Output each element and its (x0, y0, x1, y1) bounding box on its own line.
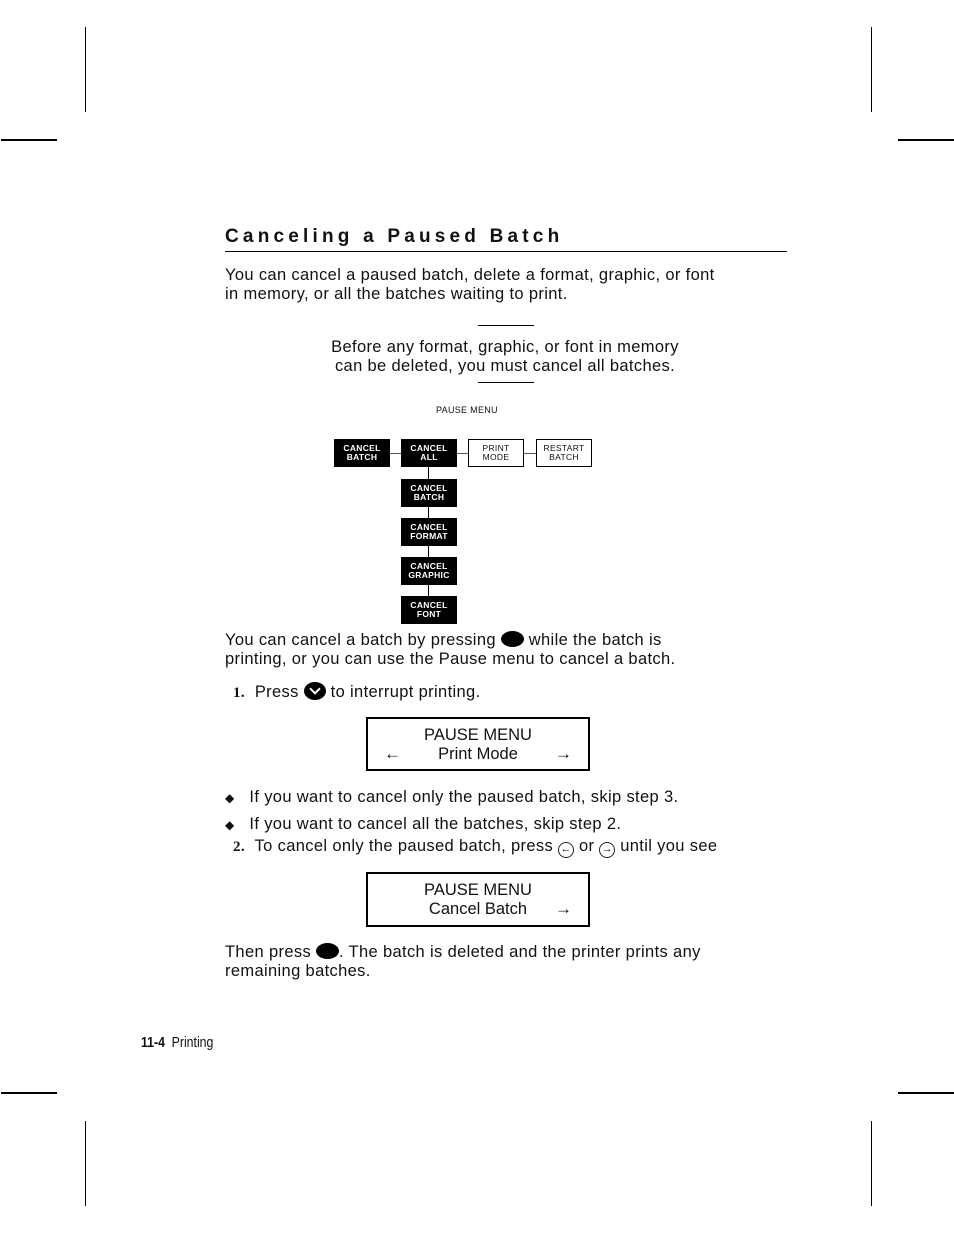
cancel-line-2: printing, or you can use the Pause menu … (225, 650, 676, 668)
text: . The batch is deleted and the printer p… (338, 943, 701, 961)
lcd-display-cancel-batch: PAUSE MENU Cancel Batch → (366, 872, 590, 927)
intro-line-2: in memory, or all the batches waiting to… (225, 285, 568, 303)
page-number: 11-4 (141, 1034, 165, 1051)
lcd-line-1: PAUSE MENU (424, 726, 532, 744)
bullet-icon: ◆ (225, 791, 235, 805)
lcd-line-1: PAUSE MENU (424, 881, 532, 899)
menu-box-label: FONT (416, 609, 442, 619)
page-footer: 11-4 Printing (141, 1034, 213, 1051)
note-line-1: Before any format, graphic, or font in m… (331, 338, 679, 356)
menu-box-label: MODE (482, 452, 510, 462)
crop-mark (871, 27, 872, 112)
right-arrow-icon: → (555, 744, 572, 763)
text: while the batch is (528, 631, 662, 649)
right-arrow-icon: → (555, 899, 572, 918)
crop-mark (898, 139, 954, 141)
text: If you want to cancel only the paused ba… (249, 788, 679, 806)
pause-key-icon (303, 682, 326, 700)
menu-box-label: BATCH (346, 452, 378, 462)
bullet-item: ◆ If you want to cancel all the batches,… (225, 815, 621, 835)
text: until you see (620, 837, 718, 855)
crop-mark (898, 1092, 954, 1094)
cancel-line-1: You can cancel a batch by pressing while… (225, 631, 675, 650)
diagram-title: PAUSE MENU (436, 405, 498, 415)
crop-mark (871, 1121, 872, 1206)
crop-mark (85, 1121, 86, 1206)
left-arrow-icon: ← (384, 744, 401, 763)
text: or (578, 837, 595, 855)
cancel-key-icon (315, 943, 339, 959)
step-2: 2. To cancel only the paused batch, pres… (233, 837, 717, 858)
cancel-paragraph: You can cancel a batch by pressing while… (225, 631, 675, 669)
submenu-box-cancel-format: CANCEL FORMAT (401, 518, 457, 546)
menu-box-restart-batch: RESTART BATCH (536, 439, 592, 467)
step-number: 1. (233, 685, 245, 701)
chapter-name: Printing (171, 1034, 214, 1051)
text: Then press (225, 943, 312, 961)
menu-box-print-mode: PRINT MODE (468, 439, 524, 467)
then-paragraph: Then press . The batch is deleted and th… (225, 943, 701, 981)
menu-box-label: FORMAT (410, 531, 448, 541)
bullet-item: ◆ If you want to cancel only the paused … (225, 788, 678, 808)
text: to interrupt printing. (330, 683, 481, 701)
submenu-box-cancel-batch: CANCEL BATCH (401, 479, 457, 507)
intro-line-1: You can cancel a paused batch, delete a … (225, 266, 715, 284)
menu-box-label: GRAPHIC (408, 570, 450, 580)
text: To cancel only the paused batch, press (254, 837, 554, 855)
note-line-2: can be deleted, you must cancel all batc… (334, 357, 676, 375)
then-line-1: Then press . The batch is deleted and th… (225, 943, 701, 962)
cancel-key-icon (500, 631, 524, 647)
crop-mark (1, 139, 57, 141)
menu-box-cancel-all: CANCEL ALL (401, 439, 457, 467)
section-title: Canceling a Paused Batch (225, 226, 564, 247)
title-rule (225, 251, 787, 252)
text: You can cancel a batch by pressing (225, 631, 496, 649)
step-1: 1. Press to interrupt printing. (233, 682, 481, 703)
lcd-display-print-mode: PAUSE MENU Print Mode ← → (366, 717, 590, 771)
right-key-icon: → (599, 842, 616, 858)
connector (389, 453, 401, 454)
submenu-box-cancel-font: CANCEL FONT (401, 596, 457, 624)
note-rule-bottom (478, 382, 534, 383)
intro-paragraph: You can cancel a paused batch, delete a … (225, 266, 715, 304)
text: Press (254, 683, 299, 701)
menu-box-label: ALL (420, 452, 438, 462)
crop-mark (85, 27, 86, 112)
left-key-icon: ← (558, 842, 575, 858)
bullet-icon: ◆ (225, 818, 235, 832)
crop-mark (1, 1092, 57, 1094)
connector (524, 453, 536, 454)
menu-box-cancel-batch: CANCEL BATCH (334, 439, 390, 467)
step-number: 2. (233, 839, 245, 855)
then-line-2: remaining batches. (225, 962, 371, 980)
text: If you want to cancel all the batches, s… (249, 815, 622, 833)
note: Before any format, graphic, or font in m… (305, 338, 705, 376)
submenu-box-cancel-graphic: CANCEL GRAPHIC (401, 557, 457, 585)
menu-box-label: BATCH (413, 492, 445, 502)
menu-box-label: BATCH (549, 452, 579, 462)
note-rule-top (478, 325, 534, 326)
